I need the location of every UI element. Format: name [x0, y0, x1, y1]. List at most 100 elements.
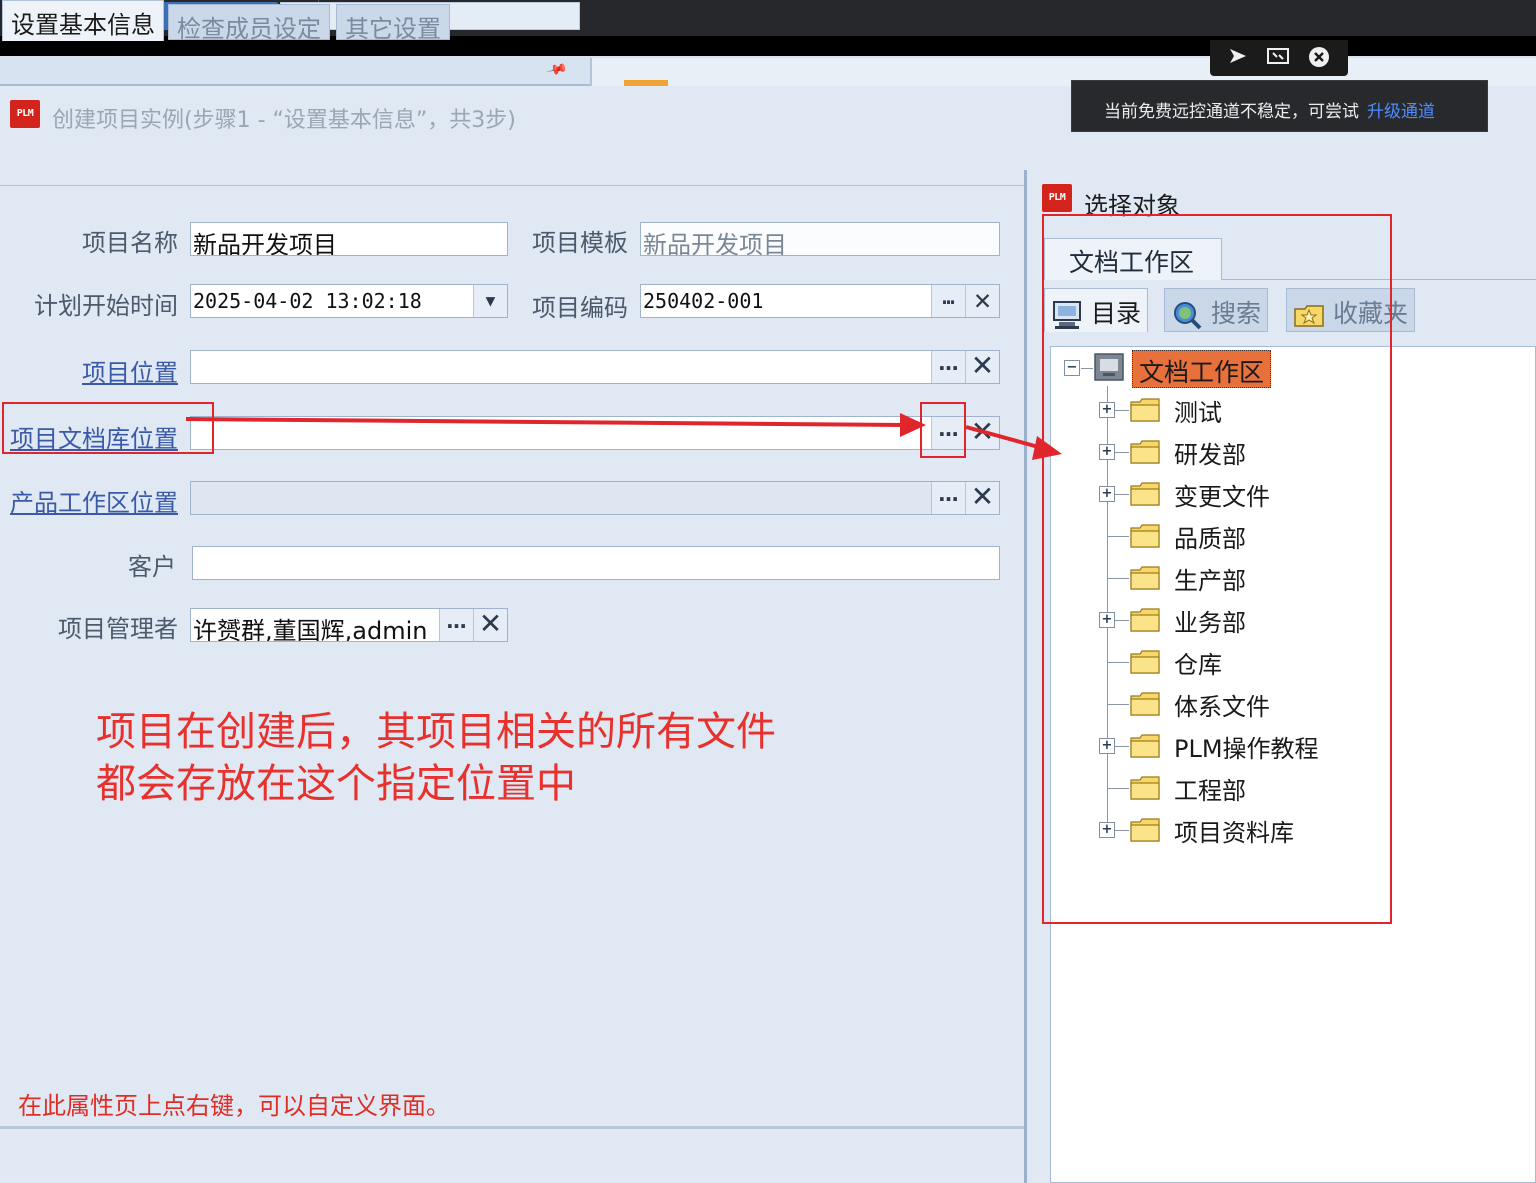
plm-logo-icon: PLM: [1042, 184, 1072, 212]
send-icon[interactable]: [1228, 46, 1248, 71]
basic-info-form: [0, 186, 1024, 1126]
upgrade-channel-link[interactable]: 升级通道: [1367, 102, 1435, 122]
chevron-down-icon[interactable]: ▼: [473, 285, 507, 317]
annotation-line-1: 项目在创建后，其项目相关的所有文件: [96, 709, 776, 755]
annotation-line-2: 都会存放在这个指定位置中: [96, 761, 576, 807]
tab-other-settings[interactable]: 其它设置: [336, 4, 450, 43]
manager-label: 项目管理者: [58, 615, 178, 643]
browse-doclib-button[interactable]: …: [931, 417, 965, 449]
tree-item[interactable]: 体系文件: [1174, 687, 1270, 722]
directory-tree: [1050, 346, 1536, 1183]
form-footer: [0, 1129, 1024, 1183]
code-value: 250402-001: [643, 289, 764, 313]
dialog-title: 创建项目实例(步骤1 - “设置基本信息”，共3步): [52, 108, 516, 133]
clear-location-button[interactable]: ✕: [965, 351, 999, 383]
subtab-favorites[interactable]: 收藏夹: [1286, 288, 1416, 332]
tree-item[interactable]: 品质部: [1174, 519, 1246, 554]
collapse-icon[interactable]: −: [1064, 360, 1080, 376]
customer-label: 客户: [128, 553, 176, 581]
customize-hint: 在此属性页上点右键，可以自定义界面。: [18, 1092, 450, 1120]
folder-icon: [1130, 734, 1160, 758]
tree-connector: [1107, 536, 1129, 537]
browse-code-button[interactable]: …: [931, 285, 965, 317]
clear-doclib-button[interactable]: ✕: [965, 417, 999, 449]
browse-location-button[interactable]: …: [931, 351, 965, 383]
folder-icon: [1130, 398, 1160, 422]
tree-item[interactable]: 变更文件: [1174, 477, 1270, 512]
clear-code-button[interactable]: ✕: [965, 285, 999, 317]
plm-logo-icon: PLM: [10, 100, 40, 128]
expand-icon[interactable]: +: [1099, 822, 1115, 838]
code-input[interactable]: 250402-001 … ✕: [640, 284, 1000, 318]
expand-icon[interactable]: +: [1099, 402, 1115, 418]
folder-icon: [1130, 566, 1160, 590]
favorites-folder-icon: [1293, 300, 1325, 330]
tree-item[interactable]: 测试: [1174, 393, 1222, 428]
folder-icon: [1130, 650, 1160, 674]
doclib-location-link[interactable]: 项目文档库位置: [10, 419, 178, 454]
annotation-note: 项目在创建后，其项目相关的所有文件 都会存放在这个指定位置中: [96, 706, 776, 810]
project-location-link[interactable]: 项目位置: [82, 353, 178, 388]
tree-connector: [1107, 704, 1129, 705]
fullscreen-icon[interactable]: [1266, 46, 1290, 71]
tree-item[interactable]: 生产部: [1174, 561, 1246, 596]
close-circle-icon[interactable]: [1308, 46, 1330, 73]
expand-icon[interactable]: +: [1099, 486, 1115, 502]
start-time-label: 计划开始时间: [34, 292, 178, 320]
project-name-label: 项目名称: [82, 229, 178, 257]
product-workspace-link[interactable]: 产品工作区位置: [10, 483, 178, 518]
step-tab-bar: [0, 146, 1024, 186]
folder-icon: [1130, 482, 1160, 506]
tree-item[interactable]: 业务部: [1174, 603, 1246, 638]
tree-root-document-workspace[interactable]: 文档工作区: [1132, 350, 1272, 388]
folder-icon: [1130, 818, 1160, 842]
browse-manager-button[interactable]: …: [439, 609, 473, 641]
expand-icon[interactable]: +: [1099, 444, 1115, 460]
subtab-search[interactable]: 搜索: [1164, 288, 1269, 332]
remote-toast: 当前免费远控通道不稳定，可尝试 升级通道: [1071, 80, 1488, 132]
tree-item[interactable]: 研发部: [1174, 435, 1246, 470]
clear-product-ws-button[interactable]: ✕: [965, 482, 999, 514]
start-time-value: 2025-04-02 13:02:18: [193, 289, 422, 313]
tab-underline: [1222, 279, 1536, 280]
tab-indicator: [624, 80, 668, 86]
project-name-input[interactable]: 新品开发项目: [190, 222, 508, 256]
folder-icon: [1130, 776, 1160, 800]
folder-icon: [1130, 440, 1160, 464]
computer-icon: [1051, 300, 1083, 330]
subtab-directory-label: 目录: [1091, 299, 1142, 328]
search-icon: [1171, 300, 1203, 330]
tree-item[interactable]: 工程部: [1174, 771, 1246, 806]
tree-connector: [1107, 578, 1129, 579]
subtab-favorites-label: 收藏夹: [1333, 299, 1409, 328]
tree-item[interactable]: 项目资料库: [1174, 813, 1294, 848]
subtab-directory[interactable]: 目录: [1044, 288, 1149, 332]
project-location-input[interactable]: … ✕: [190, 350, 1000, 384]
manager-value: 许赟群,董国辉,admin: [193, 617, 428, 642]
select-object-title: 选择对象: [1084, 192, 1180, 220]
expand-icon[interactable]: +: [1099, 738, 1115, 754]
start-time-picker[interactable]: 2025-04-02 13:02:18 ▼: [190, 284, 508, 318]
remote-controls: [1210, 40, 1348, 76]
tree-connector: [1107, 662, 1129, 663]
doclib-location-input[interactable]: … ✕: [190, 416, 1000, 450]
folder-icon: [1130, 608, 1160, 632]
toast-message: 当前免费远控通道不稳定，可尝试: [1104, 102, 1359, 122]
expand-icon[interactable]: +: [1099, 612, 1115, 628]
tree-item[interactable]: PLM操作教程: [1174, 729, 1319, 764]
template-input[interactable]: 新品开发项目: [640, 222, 1000, 256]
subtab-search-label: 搜索: [1211, 299, 1262, 328]
browse-product-ws-button[interactable]: …: [931, 482, 965, 514]
clear-manager-button[interactable]: ✕: [473, 609, 507, 641]
tab-basic-info[interactable]: 设置基本信息: [2, 0, 164, 41]
tree-item[interactable]: 仓库: [1174, 645, 1222, 680]
tree-connector: [1107, 788, 1129, 789]
product-workspace-input[interactable]: … ✕: [190, 481, 1000, 515]
workspace-computer-icon: [1093, 352, 1125, 388]
tab-member-settings[interactable]: 检查成员设定: [168, 4, 330, 43]
customer-input[interactable]: [192, 546, 1000, 580]
code-label: 项目编码: [532, 294, 628, 322]
folder-icon: [1130, 524, 1160, 548]
tab-document-workspace[interactable]: 文档工作区: [1044, 238, 1222, 280]
manager-input[interactable]: 许赟群,董国辉,admin … ✕: [190, 608, 508, 642]
